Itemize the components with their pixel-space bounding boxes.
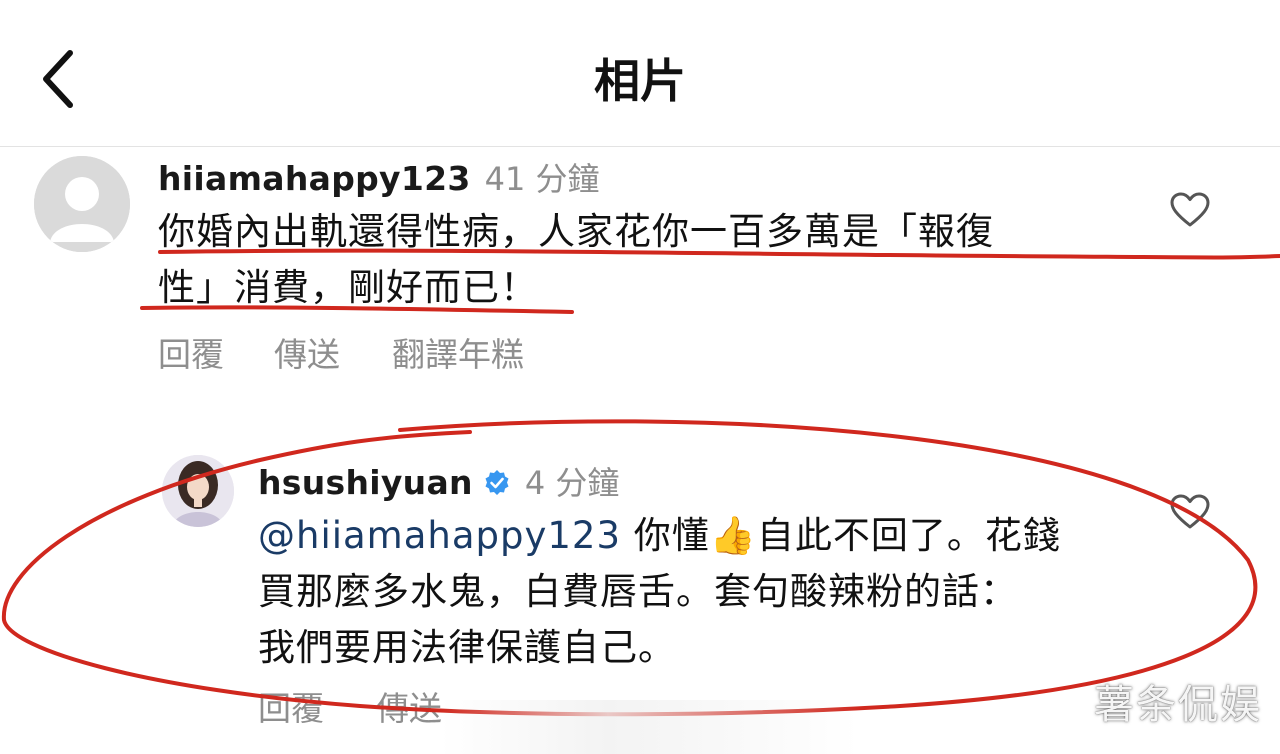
comment-actions: 回覆 傳送 xyxy=(258,682,442,730)
translate-button[interactable]: 翻譯年糕 xyxy=(392,328,524,376)
comment-username[interactable]: hsushiyuan xyxy=(258,463,473,502)
screenshot-page: 相片 hiiamahappy123 41 分鐘 你婚內出軌還得性病，人家花你一百… xyxy=(0,0,1280,754)
comment-timestamp: 4 分鐘 xyxy=(524,464,620,502)
comment-actions: 回覆 傳送 翻譯年糕 xyxy=(158,328,524,376)
comment-line: 買那麼多水鬼，白費唇舌。套句酸辣粉的話： xyxy=(258,570,1018,613)
verified-badge-icon xyxy=(485,470,509,495)
comment-line: @hiiamahappy123 你懂👍自此不回了。花錢 xyxy=(258,508,1158,564)
default-avatar-icon[interactable] xyxy=(34,156,130,252)
reply-button[interactable]: 回覆 xyxy=(258,682,324,730)
comment-line: 性」消費，剛好而已！ xyxy=(158,266,538,309)
comment-header: hsushiyuan 4 分鐘 xyxy=(258,458,619,504)
comment-body: 你婚內出軌還得性病，人家花你一百多萬是「報復 性」消費，剛好而已！ xyxy=(158,204,1138,316)
page-title: 相片 xyxy=(594,54,686,108)
top-bar: 相片 xyxy=(0,0,1280,147)
comment-line: 你婚內出軌還得性病，人家花你一百多萬是「報復 xyxy=(158,210,994,253)
comment-text-fragment: 你懂 xyxy=(621,514,710,557)
heart-outline-icon[interactable] xyxy=(1170,192,1210,228)
watermark: 薯条侃娱 xyxy=(1094,682,1262,728)
heart-outline-icon[interactable] xyxy=(1170,494,1210,530)
send-button[interactable]: 傳送 xyxy=(274,328,340,376)
reply-button[interactable]: 回覆 xyxy=(158,328,224,376)
comment-line: 我們要用法律保護自己。 xyxy=(258,626,676,669)
comment-header: hiiamahappy123 41 分鐘 xyxy=(158,154,600,200)
thumbs-up-emoji: 👍 xyxy=(709,514,757,557)
comment-timestamp: 41 分鐘 xyxy=(484,160,600,198)
profile-photo-avatar[interactable] xyxy=(162,455,234,527)
comment-username[interactable]: hiiamahappy123 xyxy=(158,159,471,198)
send-button[interactable]: 傳送 xyxy=(376,682,442,730)
mention-link[interactable]: @hiiamahappy123 xyxy=(258,514,621,557)
comment-body: @hiiamahappy123 你懂👍自此不回了。花錢 買那麼多水鬼，白費唇舌。… xyxy=(258,508,1158,676)
blur-artifact xyxy=(440,700,860,754)
comment-text-fragment: 自此不回了。花錢 xyxy=(756,514,1061,557)
